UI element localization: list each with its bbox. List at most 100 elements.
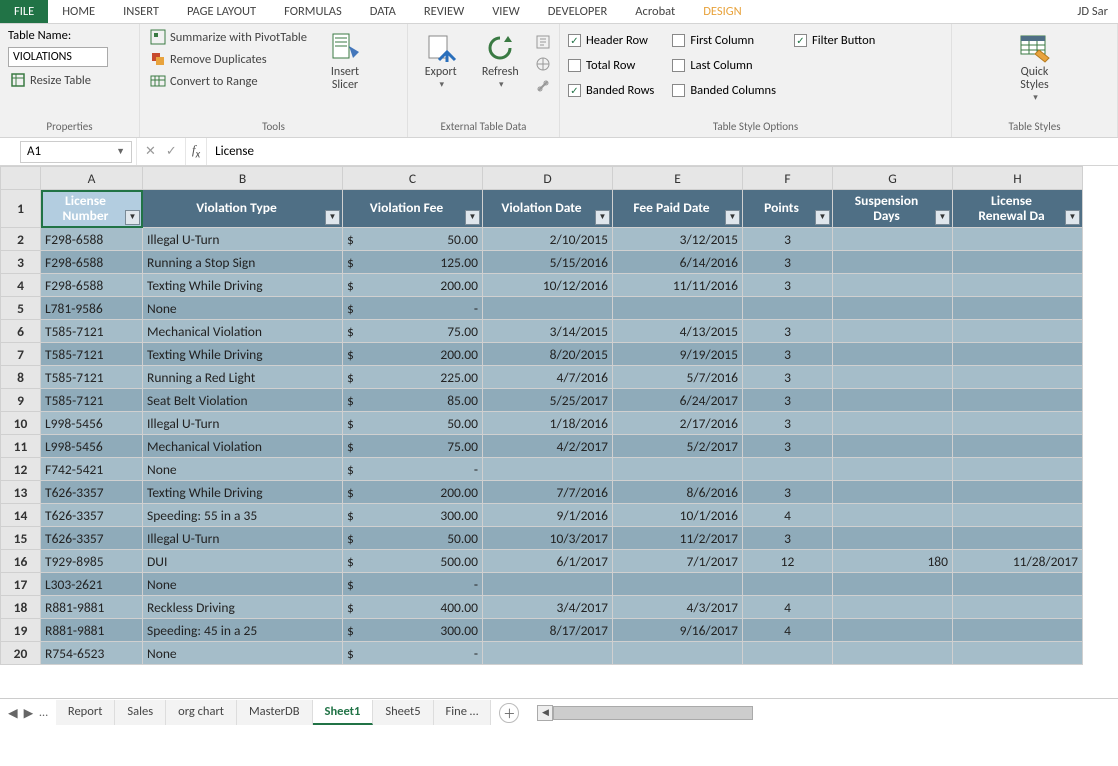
cell-E13[interactable]: 8/6/2016	[613, 481, 743, 504]
cell-C8[interactable]: $225.00	[343, 366, 483, 389]
filter-button-icon[interactable]: ▼	[595, 210, 610, 225]
cell-D10[interactable]: 1/18/2016	[483, 412, 613, 435]
cell-G3[interactable]	[833, 251, 953, 274]
refresh-button[interactable]: Refresh	[476, 28, 526, 90]
cell-D15[interactable]: 10/3/2017	[483, 527, 613, 550]
cell-A4[interactable]: F298-6588	[41, 274, 143, 297]
row-header-1[interactable]: 1	[1, 190, 41, 228]
cell-F3[interactable]: 3	[743, 251, 833, 274]
opt-first-column[interactable]: First Column	[672, 32, 776, 49]
scroll-left-icon[interactable]: ◀	[537, 705, 553, 721]
cell-F2[interactable]: 3	[743, 228, 833, 251]
opt-banded-rows[interactable]: Banded Rows	[568, 82, 654, 99]
name-box[interactable]: A1 ▼	[20, 141, 132, 163]
row-header-5[interactable]: 5	[1, 297, 41, 320]
cell-G2[interactable]	[833, 228, 953, 251]
cell-B14[interactable]: Speeding: 55 in a 35	[143, 504, 343, 527]
cell-G15[interactable]	[833, 527, 953, 550]
cell-G9[interactable]	[833, 389, 953, 412]
cell-E15[interactable]: 11/2/2017	[613, 527, 743, 550]
tab-formulas[interactable]: FORMULAS	[270, 0, 356, 23]
row-header-16[interactable]: 16	[1, 550, 41, 573]
cell-A6[interactable]: T585-7121	[41, 320, 143, 343]
cell-B11[interactable]: Mechanical Violation	[143, 435, 343, 458]
fx-icon[interactable]: fx	[186, 142, 206, 161]
cell-F4[interactable]: 3	[743, 274, 833, 297]
table-header-A[interactable]: LicenseNumber▼	[41, 190, 143, 228]
tab-developer[interactable]: DEVELOPER	[534, 0, 622, 23]
cell-A12[interactable]: F742-5421	[41, 458, 143, 481]
cell-C13[interactable]: $200.00	[343, 481, 483, 504]
cell-E14[interactable]: 10/1/2016	[613, 504, 743, 527]
cell-B17[interactable]: None	[143, 573, 343, 596]
cell-F9[interactable]: 3	[743, 389, 833, 412]
sheet-nav-next-icon[interactable]: ▶	[24, 705, 34, 721]
column-header-E[interactable]: E	[613, 167, 743, 190]
cell-G8[interactable]	[833, 366, 953, 389]
cell-A16[interactable]: T929-8985	[41, 550, 143, 573]
cell-B2[interactable]: Illegal U-Turn	[143, 228, 343, 251]
row-header-12[interactable]: 12	[1, 458, 41, 481]
cell-C18[interactable]: $400.00	[343, 596, 483, 619]
sheet-nav-more[interactable]: …	[39, 705, 48, 721]
cell-G18[interactable]	[833, 596, 953, 619]
cell-E10[interactable]: 2/17/2016	[613, 412, 743, 435]
row-header-4[interactable]: 4	[1, 274, 41, 297]
table-header-B[interactable]: Violation Type▼	[143, 190, 343, 228]
sheet-tab-Report[interactable]: Report	[56, 700, 116, 725]
user-name[interactable]: JD Sar	[1067, 0, 1118, 23]
cell-E20[interactable]	[613, 642, 743, 665]
cell-D9[interactable]: 5/25/2017	[483, 389, 613, 412]
row-header-17[interactable]: 17	[1, 573, 41, 596]
cell-A3[interactable]: F298-6588	[41, 251, 143, 274]
cell-E12[interactable]	[613, 458, 743, 481]
new-sheet-button[interactable]: ＋	[499, 703, 519, 723]
tab-home[interactable]: HOME	[48, 0, 109, 23]
cell-G7[interactable]	[833, 343, 953, 366]
cell-D16[interactable]: 6/1/2017	[483, 550, 613, 573]
cell-C2[interactable]: $50.00	[343, 228, 483, 251]
cell-D14[interactable]: 9/1/2016	[483, 504, 613, 527]
cell-B16[interactable]: DUI	[143, 550, 343, 573]
formula-input[interactable]: License	[206, 138, 1118, 165]
filter-button-icon[interactable]: ▼	[125, 210, 140, 225]
table-header-C[interactable]: Violation Fee▼	[343, 190, 483, 228]
insert-slicer-button[interactable]: Insert Slicer	[319, 28, 371, 92]
cell-C3[interactable]: $125.00	[343, 251, 483, 274]
cell-F7[interactable]: 3	[743, 343, 833, 366]
column-header-B[interactable]: B	[143, 167, 343, 190]
cell-B7[interactable]: Texting While Driving	[143, 343, 343, 366]
row-header-18[interactable]: 18	[1, 596, 41, 619]
cell-C19[interactable]: $300.00	[343, 619, 483, 642]
column-header-G[interactable]: G	[833, 167, 953, 190]
row-header-19[interactable]: 19	[1, 619, 41, 642]
cell-F15[interactable]: 3	[743, 527, 833, 550]
cell-A18[interactable]: R881-9881	[41, 596, 143, 619]
cell-E18[interactable]: 4/3/2017	[613, 596, 743, 619]
cell-F12[interactable]	[743, 458, 833, 481]
select-all-corner[interactable]	[1, 167, 41, 190]
cell-C10[interactable]: $50.00	[343, 412, 483, 435]
cell-B8[interactable]: Running a Red Light	[143, 366, 343, 389]
resize-table-button[interactable]: Resize Table	[8, 71, 108, 89]
cell-F5[interactable]	[743, 297, 833, 320]
cell-C7[interactable]: $200.00	[343, 343, 483, 366]
cell-D2[interactable]: 2/10/2015	[483, 228, 613, 251]
cell-A20[interactable]: R754-6523	[41, 642, 143, 665]
cell-B4[interactable]: Texting While Driving	[143, 274, 343, 297]
cell-H9[interactable]	[953, 389, 1083, 412]
row-header-13[interactable]: 13	[1, 481, 41, 504]
cell-A14[interactable]: T626-3357	[41, 504, 143, 527]
cell-C20[interactable]: $-	[343, 642, 483, 665]
tab-acrobat[interactable]: Acrobat	[621, 0, 689, 23]
cell-A17[interactable]: L303-2621	[41, 573, 143, 596]
cell-E3[interactable]: 6/14/2016	[613, 251, 743, 274]
cell-G16[interactable]: 180	[833, 550, 953, 573]
cell-F18[interactable]: 4	[743, 596, 833, 619]
filter-button-icon[interactable]: ▼	[725, 210, 740, 225]
cell-E2[interactable]: 3/12/2015	[613, 228, 743, 251]
cell-A8[interactable]: T585-7121	[41, 366, 143, 389]
cell-G13[interactable]	[833, 481, 953, 504]
spreadsheet-grid[interactable]: ABCDEFGH1LicenseNumber▼Violation Type▼Vi…	[0, 166, 1118, 726]
cell-B10[interactable]: Illegal U-Turn	[143, 412, 343, 435]
